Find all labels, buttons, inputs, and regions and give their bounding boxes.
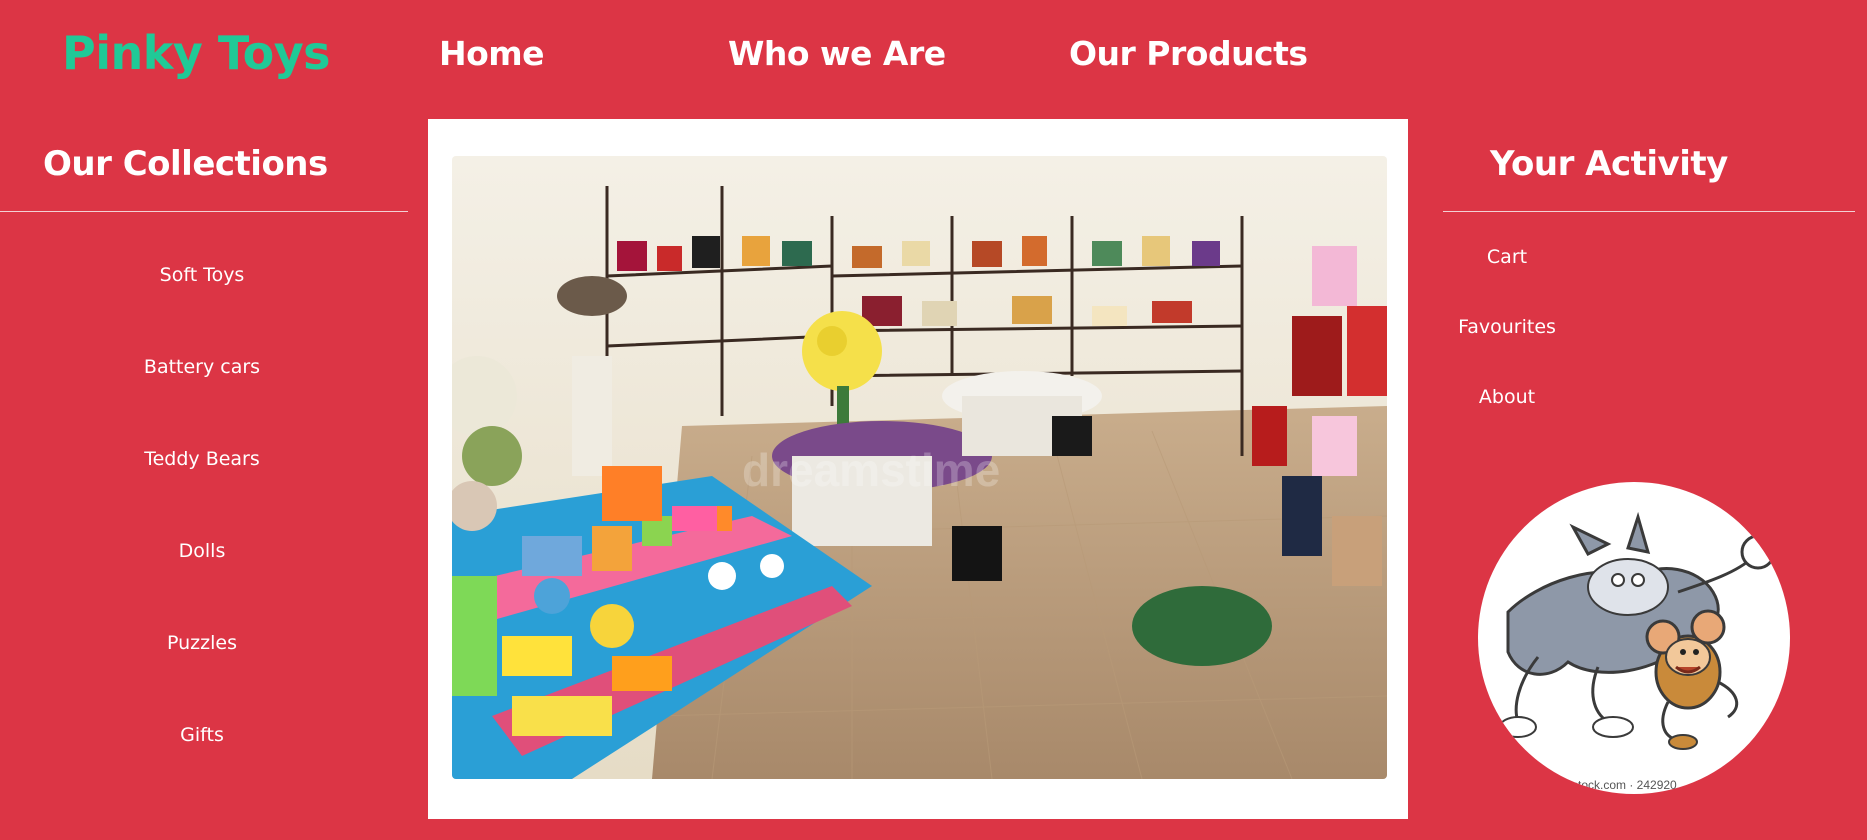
avatar-watermark: stock.com · 242920 [1572, 778, 1677, 792]
nav-home[interactable]: Home [439, 34, 545, 73]
image-watermark: dreamstime [742, 444, 1000, 496]
shop-photo-illustration: dreamstime [452, 156, 1387, 779]
featured-panel: dreamstime [428, 119, 1408, 819]
nav-who-we-are[interactable]: Who we Are [728, 34, 946, 73]
collection-item-dolls[interactable]: Dolls [0, 540, 404, 562]
activity-item-about[interactable]: About [1443, 386, 1571, 408]
activity-item-favourites[interactable]: Favourites [1443, 316, 1571, 338]
collections-title: Our Collections [43, 144, 328, 184]
activity-divider [1443, 211, 1855, 212]
collections-divider [0, 211, 408, 212]
collection-item-battery-cars[interactable]: Battery cars [0, 356, 404, 378]
shop-photo: dreamstime [452, 156, 1387, 779]
cartoon-avatar: stock.com · 242920 [1478, 482, 1790, 794]
collection-item-soft-toys[interactable]: Soft Toys [0, 264, 404, 286]
collection-item-teddy-bears[interactable]: Teddy Bears [0, 448, 404, 470]
activity-title: Your Activity [1490, 144, 1728, 184]
nav-our-products[interactable]: Our Products [1069, 34, 1308, 73]
activity-item-cart[interactable]: Cart [1443, 246, 1571, 268]
tom-and-jerry-illustration [1499, 511, 1776, 750]
brand-logo[interactable]: Pinky Toys [62, 26, 331, 80]
collection-item-gifts[interactable]: Gifts [0, 724, 404, 746]
collection-item-puzzles[interactable]: Puzzles [0, 632, 404, 654]
